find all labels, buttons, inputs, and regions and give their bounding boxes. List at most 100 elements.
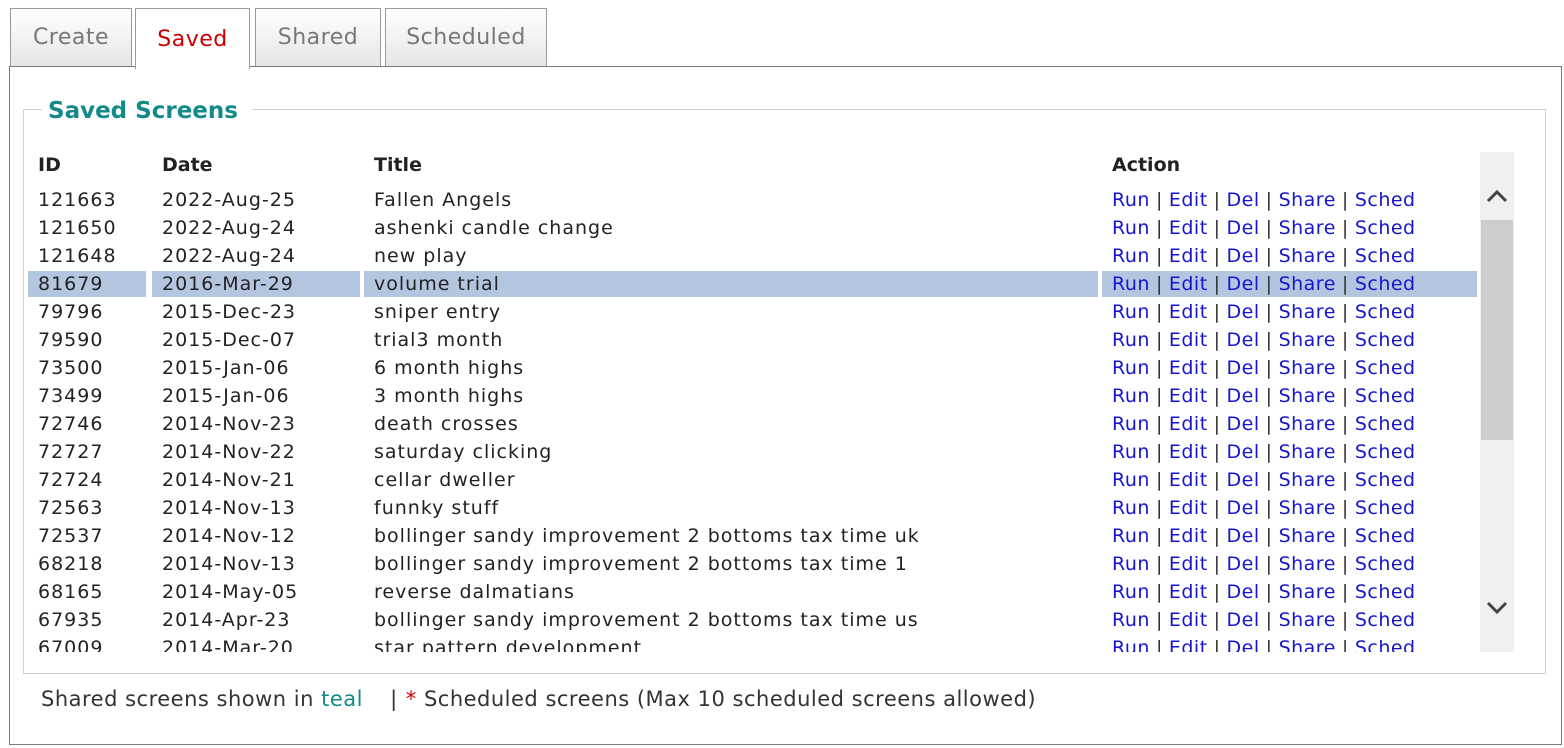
sched-link[interactable]: Sched <box>1355 497 1416 519</box>
vertical-scrollbar[interactable] <box>1480 152 1514 652</box>
sched-link[interactable]: Sched <box>1355 217 1416 239</box>
run-link[interactable]: Run <box>1112 301 1150 323</box>
edit-link[interactable]: Edit <box>1169 329 1208 351</box>
row-id: 72746 <box>38 413 104 435</box>
sched-link[interactable]: Sched <box>1355 581 1416 603</box>
share-link[interactable]: Share <box>1279 609 1336 631</box>
sched-link[interactable]: Sched <box>1355 413 1416 435</box>
share-link[interactable]: Share <box>1279 581 1336 603</box>
share-link[interactable]: Share <box>1279 329 1336 351</box>
edit-link[interactable]: Edit <box>1169 525 1208 547</box>
row-title: funnky stuff <box>374 497 500 519</box>
run-link[interactable]: Run <box>1112 357 1150 379</box>
run-link[interactable]: Run <box>1112 469 1150 491</box>
del-link[interactable]: Del <box>1227 217 1260 239</box>
scrollbar-thumb[interactable] <box>1481 220 1513 440</box>
scroll-down-button[interactable] <box>1480 588 1514 628</box>
tab-shared[interactable]: Shared <box>255 8 381 66</box>
run-link[interactable]: Run <box>1112 385 1150 407</box>
edit-link[interactable]: Edit <box>1169 357 1208 379</box>
sched-link[interactable]: Sched <box>1355 301 1416 323</box>
edit-link[interactable]: Edit <box>1169 301 1208 323</box>
sched-link[interactable]: Sched <box>1355 385 1416 407</box>
run-link[interactable]: Run <box>1112 581 1150 603</box>
del-link[interactable]: Del <box>1227 553 1260 575</box>
scroll-up-button[interactable] <box>1480 176 1514 216</box>
run-link[interactable]: Run <box>1112 329 1150 351</box>
sched-link[interactable]: Sched <box>1355 357 1416 379</box>
share-link[interactable]: Share <box>1279 385 1336 407</box>
del-link[interactable]: Del <box>1227 273 1260 295</box>
del-link[interactable]: Del <box>1227 357 1260 379</box>
share-link[interactable]: Share <box>1279 273 1336 295</box>
run-link[interactable]: Run <box>1112 245 1150 267</box>
sched-link[interactable]: Sched <box>1355 553 1416 575</box>
del-link[interactable]: Del <box>1227 329 1260 351</box>
edit-link[interactable]: Edit <box>1169 581 1208 603</box>
sched-link[interactable]: Sched <box>1355 245 1416 267</box>
del-link[interactable]: Del <box>1227 189 1260 211</box>
run-link[interactable]: Run <box>1112 497 1150 519</box>
share-link[interactable]: Share <box>1279 245 1336 267</box>
edit-link[interactable]: Edit <box>1169 273 1208 295</box>
run-link[interactable]: Run <box>1112 217 1150 239</box>
run-link[interactable]: Run <box>1112 609 1150 631</box>
edit-link[interactable]: Edit <box>1169 441 1208 463</box>
del-link[interactable]: Del <box>1227 441 1260 463</box>
del-link[interactable]: Del <box>1227 581 1260 603</box>
run-link[interactable]: Run <box>1112 189 1150 211</box>
sched-link[interactable]: Sched <box>1355 329 1416 351</box>
table-row: 121648 2022-Aug-24 new play Run | Edit | Del | Sh… <box>28 243 1477 269</box>
sched-link[interactable]: Sched <box>1355 637 1416 652</box>
edit-link[interactable]: Edit <box>1169 469 1208 491</box>
share-link[interactable]: Share <box>1279 189 1336 211</box>
edit-link[interactable]: Edit <box>1169 217 1208 239</box>
del-link[interactable]: Del <box>1227 413 1260 435</box>
run-link[interactable]: Run <box>1112 553 1150 575</box>
sched-link[interactable]: Sched <box>1355 189 1416 211</box>
run-link[interactable]: Run <box>1112 273 1150 295</box>
run-link[interactable]: Run <box>1112 525 1150 547</box>
edit-link[interactable]: Edit <box>1169 497 1208 519</box>
del-link[interactable]: Del <box>1227 497 1260 519</box>
edit-link[interactable]: Edit <box>1169 189 1208 211</box>
sched-link[interactable]: Sched <box>1355 441 1416 463</box>
run-link[interactable]: Run <box>1112 637 1150 652</box>
column-header-title: Title <box>374 154 422 176</box>
edit-link[interactable]: Edit <box>1169 245 1208 267</box>
del-link[interactable]: Del <box>1227 469 1260 491</box>
row-actions: Run | Edit | Del | Share | Sched <box>1102 299 1477 325</box>
edit-link[interactable]: Edit <box>1169 385 1208 407</box>
share-link[interactable]: Share <box>1279 553 1336 575</box>
del-link[interactable]: Del <box>1227 385 1260 407</box>
edit-link[interactable]: Edit <box>1169 609 1208 631</box>
sched-link[interactable]: Sched <box>1355 609 1416 631</box>
share-link[interactable]: Share <box>1279 301 1336 323</box>
tab-saved[interactable]: Saved <box>135 8 250 69</box>
share-link[interactable]: Share <box>1279 413 1336 435</box>
share-link[interactable]: Share <box>1279 441 1336 463</box>
share-link[interactable]: Share <box>1279 357 1336 379</box>
del-link[interactable]: Del <box>1227 525 1260 547</box>
sched-link[interactable]: Sched <box>1355 525 1416 547</box>
share-link[interactable]: Share <box>1279 469 1336 491</box>
share-link[interactable]: Share <box>1279 217 1336 239</box>
run-link[interactable]: Run <box>1112 413 1150 435</box>
sched-link[interactable]: Sched <box>1355 273 1416 295</box>
del-link[interactable]: Del <box>1227 301 1260 323</box>
sched-link[interactable]: Sched <box>1355 469 1416 491</box>
edit-link[interactable]: Edit <box>1169 553 1208 575</box>
table-row: 67009 2014-Mar-20 star pattern development… <box>28 635 1477 652</box>
edit-link[interactable]: Edit <box>1169 637 1208 652</box>
share-link[interactable]: Share <box>1279 497 1336 519</box>
tab-scheduled[interactable]: Scheduled <box>385 8 547 66</box>
del-link[interactable]: Del <box>1227 609 1260 631</box>
tab-create[interactable]: Create <box>10 8 132 66</box>
share-link[interactable]: Share <box>1279 525 1336 547</box>
run-link[interactable]: Run <box>1112 441 1150 463</box>
share-link[interactable]: Share <box>1279 637 1336 652</box>
saved-panel: Saved Screens ID Date Title Action 12166… <box>9 66 1562 745</box>
del-link[interactable]: Del <box>1227 637 1260 652</box>
del-link[interactable]: Del <box>1227 245 1260 267</box>
edit-link[interactable]: Edit <box>1169 413 1208 435</box>
